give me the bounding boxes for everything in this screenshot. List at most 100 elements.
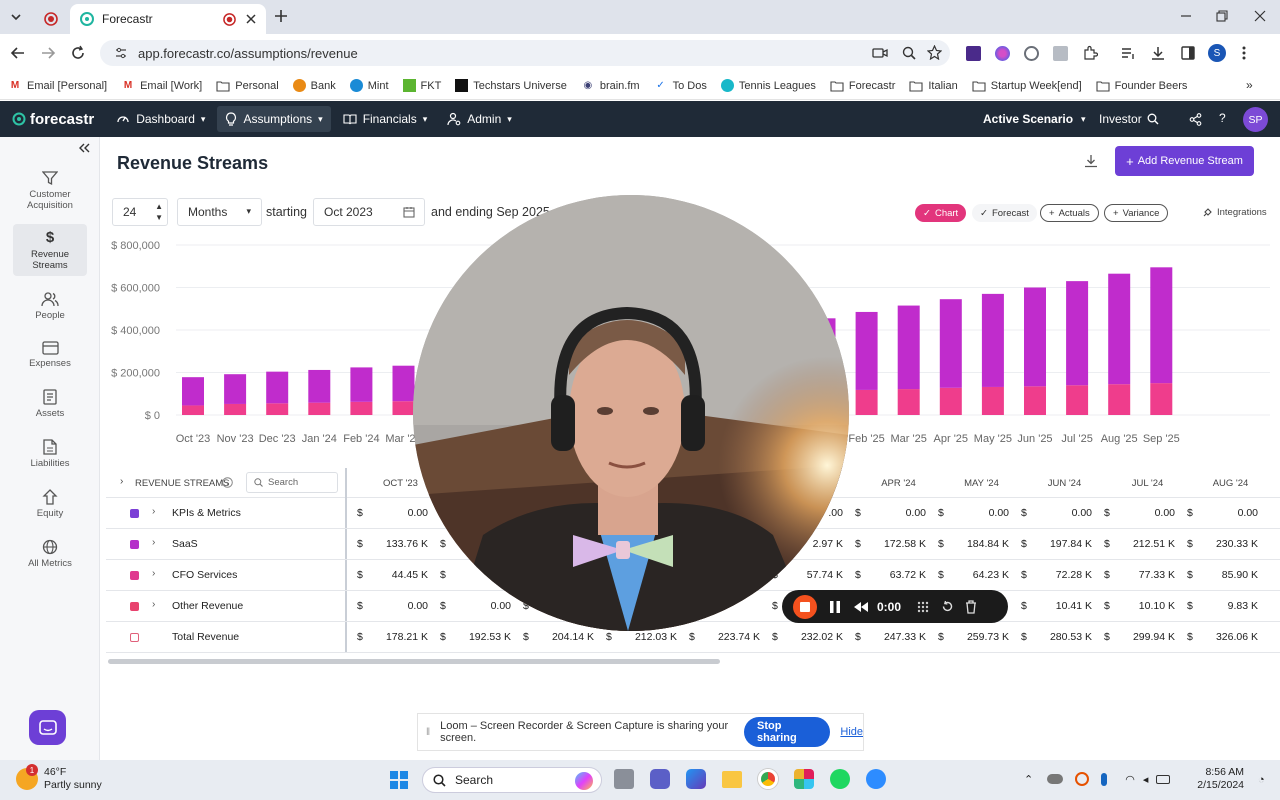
clock[interactable]: 8:56 AM 2/15/2024 — [1178, 766, 1244, 792]
sidebar-item-customer-acquisition[interactable]: Customer Acquisition — [13, 165, 87, 216]
table-cell[interactable]: $259.73 K — [934, 631, 1017, 643]
expand-row-icon[interactable]: › — [152, 506, 155, 517]
bar-segment[interactable] — [266, 371, 289, 404]
bookmark-email-personal[interactable]: M Email [Personal] — [8, 79, 107, 93]
camera-icon[interactable] — [872, 46, 888, 60]
bookmark-italian[interactable]: Italian — [909, 79, 958, 93]
table-cell[interactable]: $0.00 — [1017, 507, 1100, 519]
bar-segment[interactable] — [350, 367, 373, 402]
nav-admin[interactable]: Admin ▾ — [439, 106, 520, 132]
sidebar-item-expenses[interactable]: Expenses — [13, 336, 87, 374]
table-cell[interactable]: $212.51 K — [1100, 538, 1183, 550]
notification-bell-icon[interactable]: ◔ — [1258, 774, 1265, 786]
bookmark-startup-week[interactable]: Startup Week[end] — [972, 79, 1082, 93]
battery-icon[interactable] — [1156, 774, 1171, 784]
expand-row-icon[interactable]: › — [152, 568, 155, 579]
expand-all-icon[interactable]: › — [120, 476, 123, 487]
table-cell[interactable]: $192.53 K — [436, 631, 519, 643]
bookmark-todos[interactable]: ✓ To Dos — [654, 79, 706, 93]
extensions-puzzle-icon[interactable] — [1082, 45, 1098, 61]
bar-segment[interactable] — [1024, 287, 1046, 387]
extension-flower-icon[interactable] — [995, 45, 1010, 61]
start-button[interactable] — [390, 771, 408, 789]
bar-segment[interactable] — [855, 389, 878, 415]
table-cell[interactable]: $299.94 K — [1100, 631, 1183, 643]
zoom-icon[interactable] — [866, 769, 886, 789]
bar-segment[interactable] — [1108, 384, 1131, 415]
table-cell[interactable]: $326.06 K — [1183, 631, 1266, 643]
bar-segment[interactable] — [308, 369, 331, 403]
table-cell[interactable]: $204.14 K — [519, 631, 602, 643]
new-tab-button[interactable] — [274, 9, 288, 23]
bookmarks-overflow-icon[interactable]: » — [1246, 78, 1253, 92]
address-bar[interactable]: app.forecastr.co/assumptions/revenue — [100, 40, 950, 66]
toggle-chart[interactable]: ✓ Chart — [915, 204, 967, 222]
bar-segment[interactable] — [897, 389, 920, 415]
bar-segment[interactable] — [1150, 383, 1173, 415]
bar-segment[interactable] — [855, 311, 878, 390]
close-icon[interactable] — [246, 14, 256, 24]
download-icon[interactable] — [1084, 154, 1098, 168]
table-cell[interactable]: $72.28 K — [1017, 569, 1100, 581]
back-arrow-icon[interactable] — [10, 45, 26, 61]
table-cell[interactable]: $85.90 K — [1183, 569, 1266, 581]
table-cell[interactable]: $0.00 — [353, 600, 436, 612]
tab-recording[interactable] — [34, 4, 68, 34]
period-count-input[interactable]: 24 ▲ ▼ — [112, 198, 168, 226]
active-scenario-dropdown[interactable]: Active Scenario ▾ — [983, 112, 1086, 126]
toggle-actuals[interactable]: + Actuals — [1040, 204, 1099, 222]
table-cell[interactable]: $184.84 K — [934, 538, 1017, 550]
table-cell[interactable]: $9.83 K — [1183, 600, 1266, 612]
table-cell[interactable]: $197.84 K — [1017, 538, 1100, 550]
zoom-icon[interactable] — [902, 46, 916, 60]
taskbar-search[interactable]: Search — [422, 767, 602, 793]
trash-icon[interactable] — [965, 599, 977, 614]
expand-row-icon[interactable]: › — [152, 599, 155, 610]
maximize-button[interactable] — [1216, 10, 1228, 22]
bar-segment[interactable] — [266, 403, 289, 415]
spotify-icon[interactable] — [830, 769, 850, 789]
bookmark-email-work[interactable]: M Email [Work] — [121, 79, 202, 93]
table-cell[interactable]: $223.74 K — [685, 631, 768, 643]
table-row[interactable]: Total Revenue $178.21 K $192.53 K $204.14 K… — [106, 622, 1280, 653]
chrome-icon[interactable] — [758, 769, 778, 789]
profile-avatar[interactable]: S — [1208, 44, 1226, 62]
start-date-picker[interactable]: Oct 2023 — [313, 198, 425, 226]
investor-link[interactable]: Investor — [1099, 112, 1142, 126]
sidebar-item-people[interactable]: People — [13, 286, 87, 326]
add-revenue-stream-button[interactable]: + Add Revenue Stream — [1115, 146, 1254, 176]
table-cell[interactable]: $178.21 K — [353, 631, 436, 643]
sidebar-item-assets[interactable]: Assets — [13, 384, 87, 424]
bar-segment[interactable] — [981, 386, 1004, 415]
weather-widget[interactable]: 1 46°F Partly sunny — [16, 764, 102, 792]
info-icon[interactable] — [222, 477, 233, 488]
wifi-icon[interactable]: ◠ — [1125, 773, 1135, 786]
table-cell[interactable]: $0.00 — [934, 507, 1017, 519]
stop-sharing-button[interactable]: Stop sharing — [743, 717, 831, 747]
collapse-sidebar-icon[interactable] — [78, 143, 90, 153]
bookmark-personal[interactable]: Personal — [216, 79, 279, 93]
microphone-icon[interactable] — [1101, 772, 1108, 786]
nav-dashboard[interactable]: Dashboard ▾ — [108, 106, 213, 132]
bar-segment[interactable] — [939, 387, 962, 415]
reload-icon[interactable] — [70, 45, 86, 61]
slack-icon[interactable] — [794, 769, 814, 789]
download-icon[interactable] — [1150, 45, 1166, 61]
table-cell[interactable]: $232.02 K — [768, 631, 851, 643]
extension-loom-icon[interactable] — [1024, 45, 1039, 61]
search-icon[interactable] — [1147, 113, 1159, 125]
table-cell[interactable]: $172.58 K — [851, 538, 934, 550]
copilot-app-icon[interactable] — [686, 769, 706, 789]
bar-segment[interactable] — [897, 305, 920, 390]
horizontal-scrollbar[interactable] — [108, 659, 720, 664]
table-cell[interactable]: $0.00 — [436, 600, 519, 612]
tab-forecastr[interactable]: Forecastr — [70, 4, 266, 34]
bookmark-fkt[interactable]: FKT — [402, 79, 441, 92]
table-cell[interactable]: $280.53 K — [1017, 631, 1100, 643]
stream-search-input[interactable]: Search — [246, 472, 338, 493]
bar-segment[interactable] — [308, 402, 331, 415]
bar-segment[interactable] — [224, 374, 247, 404]
bar-segment[interactable] — [182, 377, 204, 406]
bookmark-bank[interactable]: Bank — [292, 79, 336, 92]
site-info-icon[interactable] — [114, 46, 128, 60]
